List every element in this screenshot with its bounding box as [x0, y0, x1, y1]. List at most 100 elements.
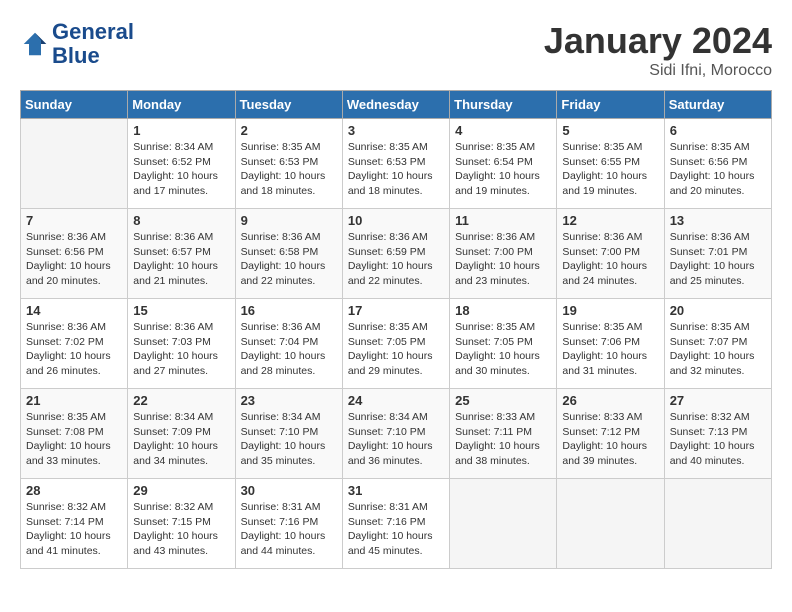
day-number: 2	[241, 123, 337, 138]
calendar-cell: 20 Sunrise: 8:35 AM Sunset: 7:07 PM Dayli…	[664, 299, 771, 389]
calendar-cell: 2 Sunrise: 8:35 AM Sunset: 6:53 PM Daylig…	[235, 119, 342, 209]
calendar-header: SundayMondayTuesdayWednesdayThursdayFrid…	[21, 91, 772, 119]
day-number: 16	[241, 303, 337, 318]
calendar-cell	[664, 479, 771, 569]
calendar-cell: 26Sunrise: 8:33 AM Sunset: 7:12 PM Dayli…	[557, 389, 664, 479]
day-number: 30	[241, 483, 337, 498]
calendar-cell: 6 Sunrise: 8:35 AM Sunset: 6:56 PM Daylig…	[664, 119, 771, 209]
week-row-5: 28Sunrise: 8:32 AM Sunset: 7:14 PM Dayli…	[21, 479, 772, 569]
location-title: Sidi Ifni, Morocco	[544, 62, 772, 80]
calendar-cell: 16 Sunrise: 8:36 AM Sunset: 7:04 PM Dayli…	[235, 299, 342, 389]
calendar-cell: 23 Sunrise: 8:34 AM Sunset: 7:10 PM Dayli…	[235, 389, 342, 479]
calendar-cell: 17 Sunrise: 8:35 AM Sunset: 7:05 PM Dayli…	[342, 299, 449, 389]
logo: General Blue	[20, 20, 134, 68]
logo-text: General Blue	[52, 20, 134, 68]
day-detail: Sunrise: 8:31 AM Sunset: 7:16 PM Dayligh…	[241, 500, 337, 559]
day-number: 10	[348, 213, 444, 228]
day-detail: Sunrise: 8:35 AM Sunset: 6:53 PM Dayligh…	[241, 140, 337, 199]
weekday-header-tuesday: Tuesday	[235, 91, 342, 119]
calendar-cell: 18 Sunrise: 8:35 AM Sunset: 7:05 PM Dayli…	[450, 299, 557, 389]
week-row-2: 7Sunrise: 8:36 AM Sunset: 6:56 PM Daylig…	[21, 209, 772, 299]
calendar-cell: 14Sunrise: 8:36 AM Sunset: 7:02 PM Dayli…	[21, 299, 128, 389]
calendar-cell: 30 Sunrise: 8:31 AM Sunset: 7:16 PM Dayli…	[235, 479, 342, 569]
day-detail: Sunrise: 8:33 AM Sunset: 7:11 PM Dayligh…	[455, 410, 551, 469]
month-title: January 2024	[544, 20, 772, 62]
day-detail: Sunrise: 8:36 AM Sunset: 7:01 PM Dayligh…	[670, 230, 766, 289]
day-number: 24	[348, 393, 444, 408]
header: General Blue January 2024 Sidi Ifni, Mor…	[20, 20, 772, 80]
day-number: 8	[133, 213, 229, 228]
calendar-cell: 31 Sunrise: 8:31 AM Sunset: 7:16 PM Dayli…	[342, 479, 449, 569]
day-detail: Sunrise: 8:35 AM Sunset: 6:56 PM Dayligh…	[670, 140, 766, 199]
day-number: 9	[241, 213, 337, 228]
day-number: 29	[133, 483, 229, 498]
logo-icon	[20, 29, 50, 59]
day-detail: Sunrise: 8:34 AM Sunset: 7:10 PM Dayligh…	[241, 410, 337, 469]
calendar-cell: 22 Sunrise: 8:34 AM Sunset: 7:09 PM Dayli…	[128, 389, 235, 479]
calendar-cell: 24 Sunrise: 8:34 AM Sunset: 7:10 PM Dayli…	[342, 389, 449, 479]
calendar-cell: 4 Sunrise: 8:35 AM Sunset: 6:54 PM Daylig…	[450, 119, 557, 209]
calendar-body: 1 Sunrise: 8:34 AM Sunset: 6:52 PM Daylig…	[21, 119, 772, 569]
calendar-cell	[450, 479, 557, 569]
day-detail: Sunrise: 8:36 AM Sunset: 6:56 PM Dayligh…	[26, 230, 122, 289]
calendar-cell: 1 Sunrise: 8:34 AM Sunset: 6:52 PM Daylig…	[128, 119, 235, 209]
day-number: 28	[26, 483, 122, 498]
logo-line2: Blue	[52, 44, 134, 68]
day-detail: Sunrise: 8:32 AM Sunset: 7:13 PM Dayligh…	[670, 410, 766, 469]
day-number: 27	[670, 393, 766, 408]
day-number: 3	[348, 123, 444, 138]
day-detail: Sunrise: 8:35 AM Sunset: 7:06 PM Dayligh…	[562, 320, 658, 379]
weekday-header-saturday: Saturday	[664, 91, 771, 119]
day-detail: Sunrise: 8:35 AM Sunset: 6:53 PM Dayligh…	[348, 140, 444, 199]
day-number: 19	[562, 303, 658, 318]
day-number: 31	[348, 483, 444, 498]
day-detail: Sunrise: 8:36 AM Sunset: 7:04 PM Dayligh…	[241, 320, 337, 379]
day-detail: Sunrise: 8:34 AM Sunset: 7:09 PM Dayligh…	[133, 410, 229, 469]
day-number: 15	[133, 303, 229, 318]
calendar-table: SundayMondayTuesdayWednesdayThursdayFrid…	[20, 90, 772, 569]
day-number: 4	[455, 123, 551, 138]
day-detail: Sunrise: 8:33 AM Sunset: 7:12 PM Dayligh…	[562, 410, 658, 469]
calendar-cell	[21, 119, 128, 209]
day-number: 1	[133, 123, 229, 138]
calendar-cell	[557, 479, 664, 569]
day-detail: Sunrise: 8:34 AM Sunset: 7:10 PM Dayligh…	[348, 410, 444, 469]
day-detail: Sunrise: 8:35 AM Sunset: 7:07 PM Dayligh…	[670, 320, 766, 379]
day-detail: Sunrise: 8:36 AM Sunset: 6:57 PM Dayligh…	[133, 230, 229, 289]
day-number: 6	[670, 123, 766, 138]
calendar-cell: 3 Sunrise: 8:35 AM Sunset: 6:53 PM Daylig…	[342, 119, 449, 209]
calendar-cell: 19 Sunrise: 8:35 AM Sunset: 7:06 PM Dayli…	[557, 299, 664, 389]
week-row-3: 14Sunrise: 8:36 AM Sunset: 7:02 PM Dayli…	[21, 299, 772, 389]
weekday-header-wednesday: Wednesday	[342, 91, 449, 119]
day-number: 23	[241, 393, 337, 408]
day-detail: Sunrise: 8:36 AM Sunset: 6:58 PM Dayligh…	[241, 230, 337, 289]
day-number: 18	[455, 303, 551, 318]
weekday-header-monday: Monday	[128, 91, 235, 119]
day-number: 21	[26, 393, 122, 408]
calendar-cell: 29Sunrise: 8:32 AM Sunset: 7:15 PM Dayli…	[128, 479, 235, 569]
day-number: 13	[670, 213, 766, 228]
day-detail: Sunrise: 8:35 AM Sunset: 6:54 PM Dayligh…	[455, 140, 551, 199]
day-detail: Sunrise: 8:36 AM Sunset: 7:02 PM Dayligh…	[26, 320, 122, 379]
day-detail: Sunrise: 8:36 AM Sunset: 7:03 PM Dayligh…	[133, 320, 229, 379]
calendar-cell: 10Sunrise: 8:36 AM Sunset: 6:59 PM Dayli…	[342, 209, 449, 299]
calendar-cell: 11 Sunrise: 8:36 AM Sunset: 7:00 PM Dayli…	[450, 209, 557, 299]
weekday-header-sunday: Sunday	[21, 91, 128, 119]
day-detail: Sunrise: 8:35 AM Sunset: 7:05 PM Dayligh…	[348, 320, 444, 379]
day-number: 22	[133, 393, 229, 408]
day-number: 11	[455, 213, 551, 228]
day-detail: Sunrise: 8:34 AM Sunset: 6:52 PM Dayligh…	[133, 140, 229, 199]
day-detail: Sunrise: 8:35 AM Sunset: 7:05 PM Dayligh…	[455, 320, 551, 379]
week-row-1: 1 Sunrise: 8:34 AM Sunset: 6:52 PM Daylig…	[21, 119, 772, 209]
day-number: 17	[348, 303, 444, 318]
calendar-cell: 28Sunrise: 8:32 AM Sunset: 7:14 PM Dayli…	[21, 479, 128, 569]
day-detail: Sunrise: 8:36 AM Sunset: 7:00 PM Dayligh…	[455, 230, 551, 289]
calendar-cell: 21Sunrise: 8:35 AM Sunset: 7:08 PM Dayli…	[21, 389, 128, 479]
day-detail: Sunrise: 8:31 AM Sunset: 7:16 PM Dayligh…	[348, 500, 444, 559]
week-row-4: 21Sunrise: 8:35 AM Sunset: 7:08 PM Dayli…	[21, 389, 772, 479]
day-number: 5	[562, 123, 658, 138]
day-number: 20	[670, 303, 766, 318]
title-block: January 2024 Sidi Ifni, Morocco	[544, 20, 772, 80]
day-number: 25	[455, 393, 551, 408]
weekday-header-friday: Friday	[557, 91, 664, 119]
